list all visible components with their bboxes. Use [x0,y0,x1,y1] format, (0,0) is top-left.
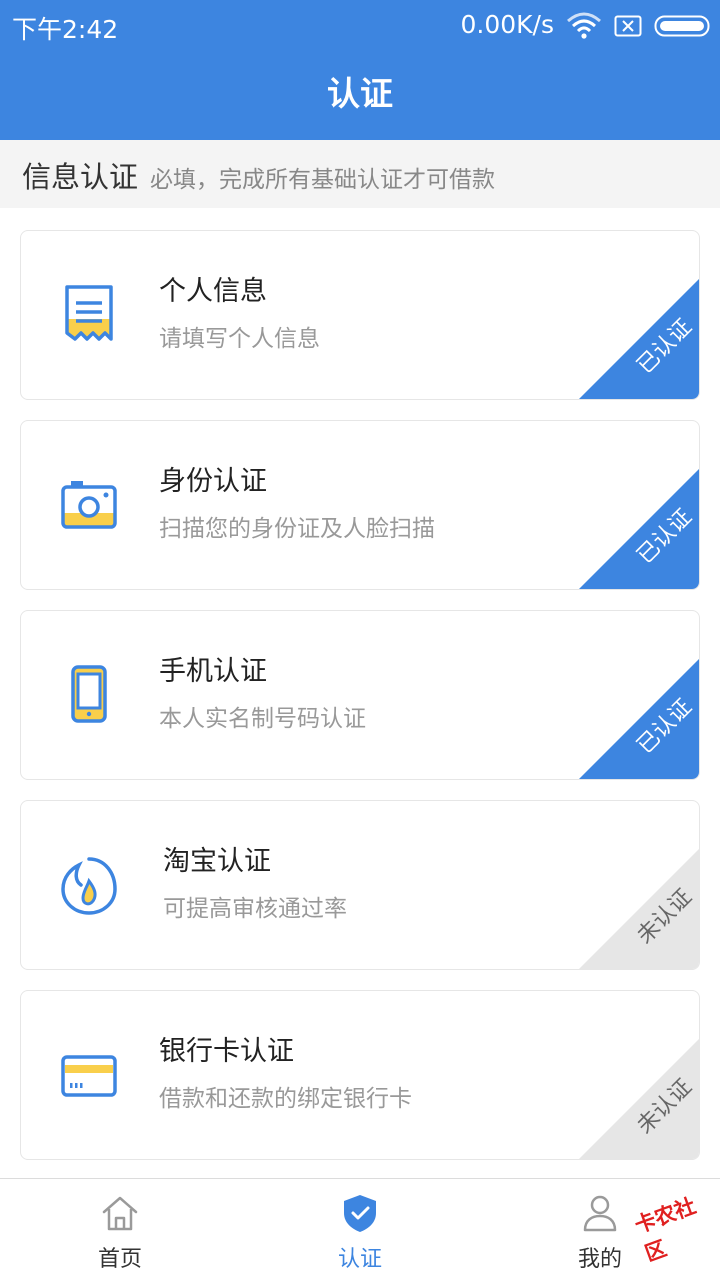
card-desc: 借款和还款的绑定银行卡 [159,1086,412,1112]
status-net-speed: 0.00K/s [460,10,554,39]
home-icon [102,1196,138,1231]
card-title: 身份认证 [159,466,267,497]
card-title: 银行卡认证 [159,1036,294,1067]
tab-verify[interactable]: 认证 [290,1179,430,1280]
status-badge: 未认证 [579,1039,699,1159]
tab-bar: 首页 认证 我的 [0,1178,720,1280]
card-personal-info[interactable]: 个人信息 请填写个人信息 已认证 [20,230,700,400]
tab-home[interactable]: 首页 [50,1179,190,1280]
status-bar: 下午2:42 0.00K/s [0,0,720,52]
status-badge: 已认证 [579,279,699,399]
card-title: 手机认证 [159,656,267,687]
card-desc: 扫描您的身份证及人脸扫描 [159,516,435,542]
card-desc: 请填写个人信息 [159,326,320,352]
tab-label: 认证 [337,1247,382,1272]
tab-label: 首页 [97,1247,142,1272]
card-identity[interactable]: 身份认证 扫描您的身份证及人脸扫描 已认证 [20,420,700,590]
nav-bar: 认证 [0,52,720,140]
phone-icon [71,665,107,723]
page-title: 认证 [327,74,393,113]
card-title: 个人信息 [159,276,267,307]
document-icon [65,285,113,341]
section-subtitle: 必填，完成所有基础认证才可借款 [150,167,495,193]
bank-card-icon [61,1055,117,1097]
section-header: 信息认证 必填，完成所有基础认证才可借款 [0,140,720,208]
camera-icon [61,481,117,529]
card-taobao[interactable]: 淘宝认证 可提高审核通过率 未认证 [20,800,700,970]
status-badge: 已认证 [579,659,699,779]
status-time: 下午2:42 [12,15,119,44]
card-phone[interactable]: 手机认证 本人实名制号码认证 已认证 [20,610,700,780]
watermark: 卡农社区 [618,1192,718,1266]
status-badge: 已认证 [579,469,699,589]
wifi-icon [567,12,601,39]
sim-disabled-icon [614,15,642,37]
status-badge: 未认证 [579,849,699,969]
section-title: 信息认证 [22,160,139,194]
card-title: 淘宝认证 [163,846,271,877]
shield-check-icon [344,1195,376,1232]
card-bank-card[interactable]: 银行卡认证 借款和还款的绑定银行卡 未认证 [20,990,700,1160]
verification-list: 个人信息 请填写个人信息 已认证 身份认证 扫描您的身份证及人脸扫描 已认证 手… [0,208,720,1178]
card-desc: 本人实名制号码认证 [159,706,366,732]
battery-icon [654,15,710,37]
user-icon [583,1195,617,1232]
card-desc: 可提高审核通过率 [163,896,347,922]
taobao-drop-icon [61,857,117,915]
